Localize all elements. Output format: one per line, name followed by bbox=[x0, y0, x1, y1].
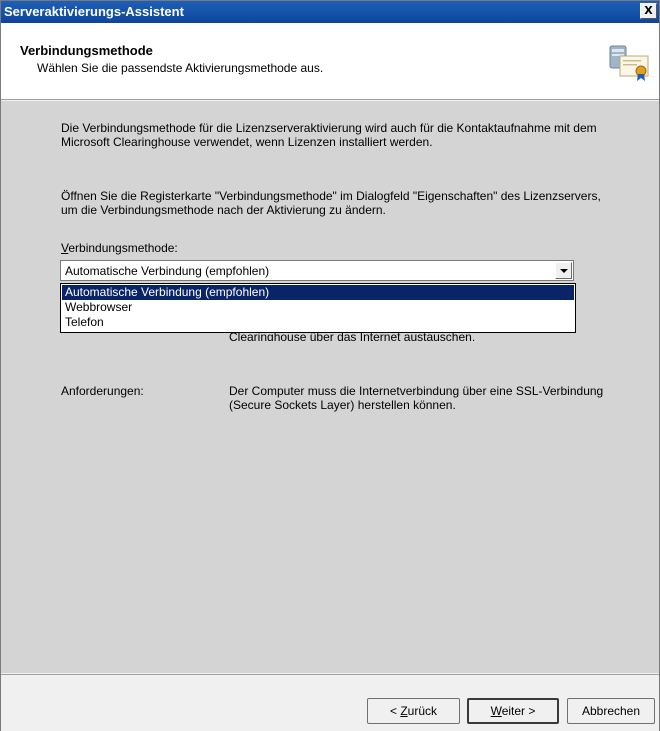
wizard-header: Verbindungsmethode Wählen Sie die passen… bbox=[1, 23, 659, 100]
window-title: Serveraktivierungs-Assistent bbox=[4, 4, 184, 19]
wizard-window: Serveraktivierungs-Assistent X Verbindun… bbox=[0, 0, 660, 731]
method-label-text: erbindungsmethode: bbox=[68, 241, 178, 255]
requirements-text: Der Computer muss die Internetverbindung… bbox=[229, 384, 604, 412]
title-bar[interactable]: Serveraktivierungs-Assistent X bbox=[1, 1, 659, 23]
requirements-label: Anforderungen: bbox=[61, 384, 144, 398]
method-dropdown-list[interactable]: Automatische Verbindung (empfohlen) Webb… bbox=[60, 283, 576, 333]
certificate-server-icon bbox=[609, 45, 649, 81]
button-bar: < Zurück Weiter > Abbrechen bbox=[1, 674, 659, 731]
method-explanation-text: Die Verbindungsmethode für die Lizenzser… bbox=[61, 121, 597, 149]
close-icon: X bbox=[644, 4, 653, 17]
change-method-hint-text: Öffnen Sie die Registerkarte "Verbindung… bbox=[61, 189, 601, 217]
page-title: Verbindungsmethode bbox=[20, 43, 153, 58]
option-telefon[interactable]: Telefon bbox=[62, 315, 574, 330]
method-combobox-value: Automatische Verbindung (empfohlen) bbox=[65, 264, 270, 278]
next-button[interactable]: Weiter > bbox=[467, 698, 559, 724]
method-combobox[interactable]: Automatische Verbindung (empfohlen) bbox=[60, 260, 574, 281]
option-webbrowser[interactable]: Webbrowser bbox=[62, 300, 574, 315]
chevron-down-icon[interactable] bbox=[555, 262, 572, 279]
method-label: Verbindungsmethode: bbox=[61, 241, 178, 255]
close-button[interactable]: X bbox=[640, 3, 657, 19]
page-subtitle: Wählen Sie die passendste Aktivierungsme… bbox=[37, 61, 324, 75]
back-button[interactable]: < Zurück bbox=[367, 698, 460, 724]
cancel-button[interactable]: Abbrechen bbox=[567, 698, 655, 724]
content-area: Die Verbindungsmethode für die Lizenzser… bbox=[1, 101, 659, 673]
option-automatic[interactable]: Automatische Verbindung (empfohlen) bbox=[62, 285, 574, 300]
